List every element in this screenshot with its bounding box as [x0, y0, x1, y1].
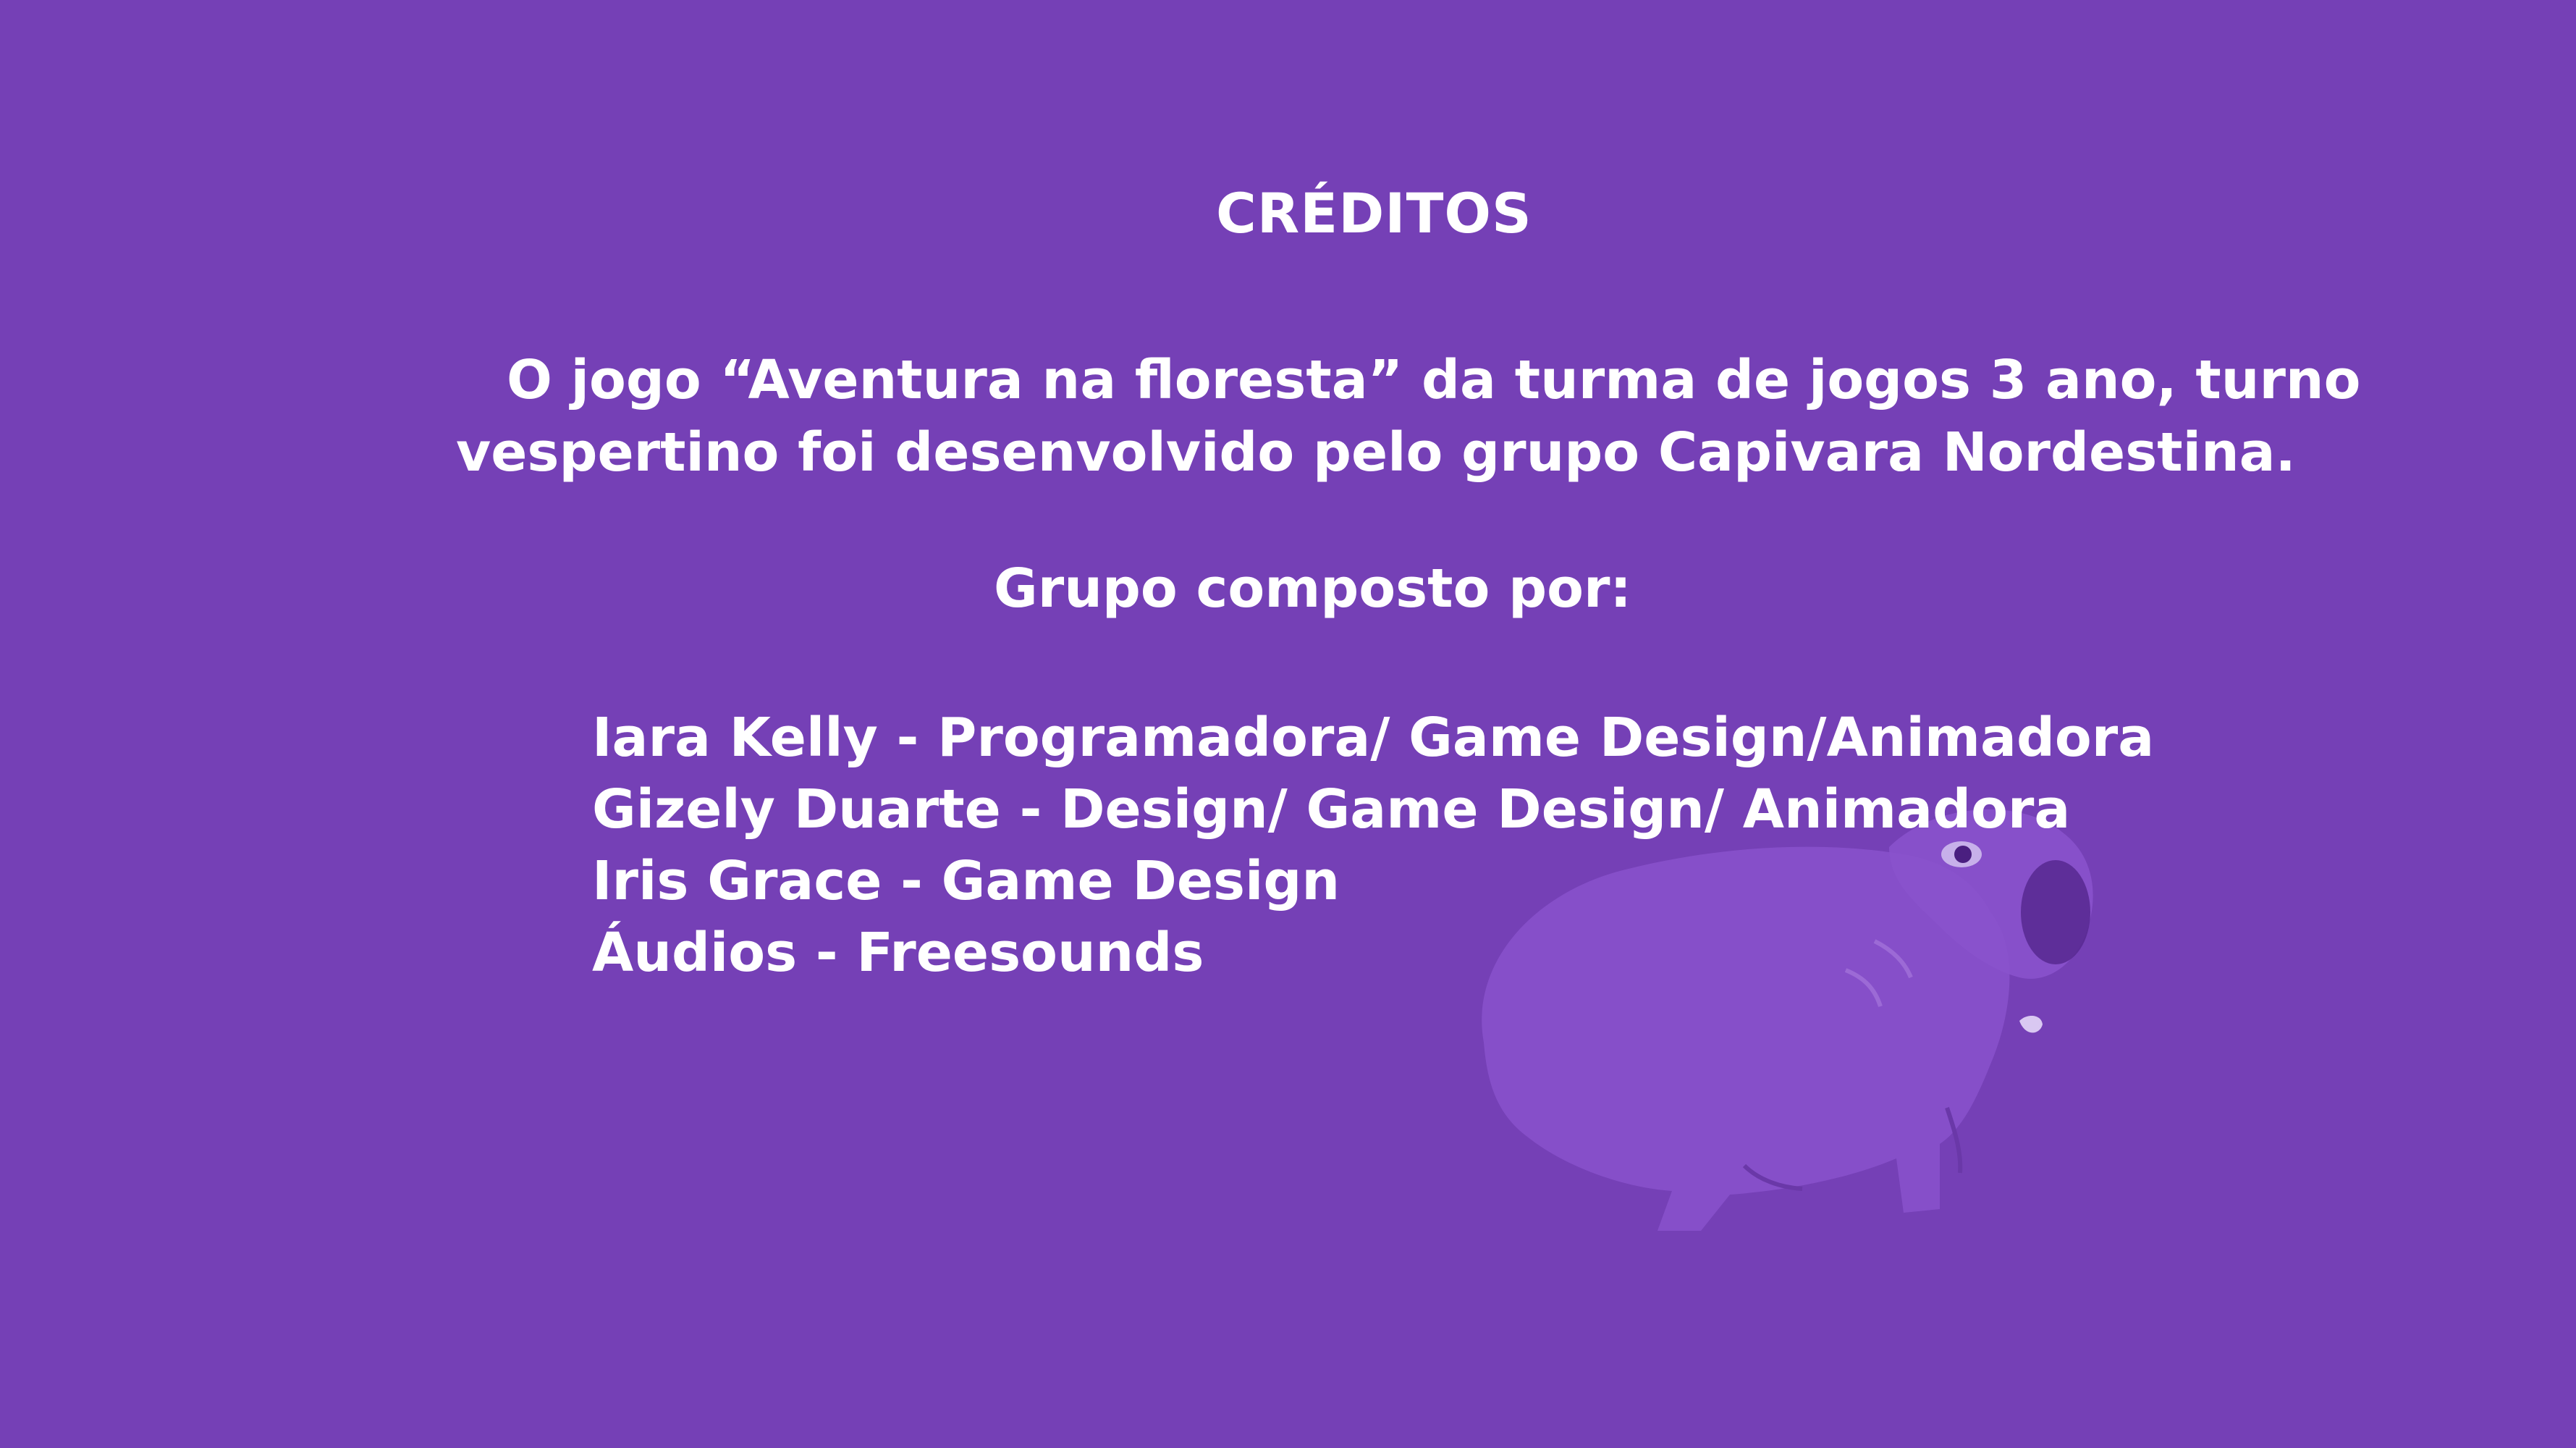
credits-screen: CRÉDITOS O jogo “Aventura na floresta” d…	[0, 0, 2576, 1448]
group-heading: Grupo composto por:	[994, 557, 1632, 620]
member-item: Iara Kelly - Programadora/ Game Design/A…	[592, 707, 2155, 769]
member-item: Gizely Duarte - Design/ Game Design/ Ani…	[592, 778, 2071, 841]
intro-line-2: vespertino foi desenvolvido pelo grupo C…	[456, 421, 2296, 484]
credits-intro: O jogo “Aventura na floresta” da turma d…	[456, 344, 2361, 489]
credits-title: CRÉDITOS	[1216, 181, 1532, 245]
member-item: Iris Grace - Game Design	[592, 850, 1340, 912]
intro-line-1: O jogo “Aventura na floresta” da turma d…	[507, 349, 2361, 411]
member-item: Áudios - Freesounds	[592, 922, 1204, 984]
member-list: Iara Kelly - Programadora/ Game Design/A…	[592, 702, 2154, 989]
